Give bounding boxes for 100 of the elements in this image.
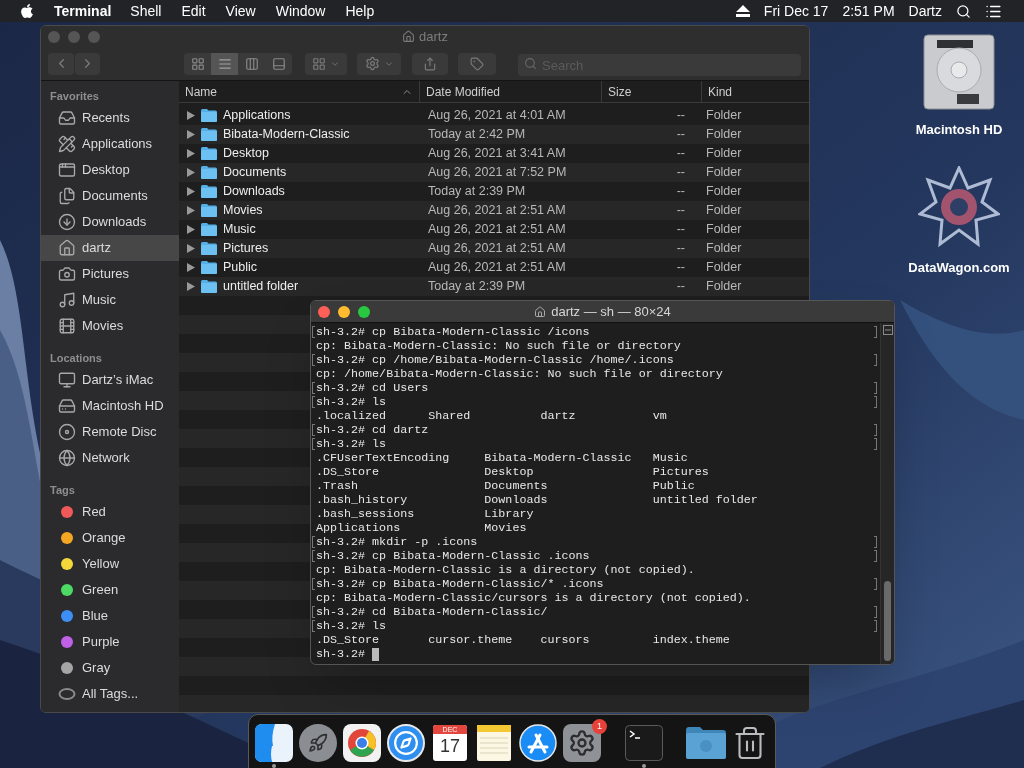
disclosure-triangle-icon[interactable] xyxy=(187,130,195,139)
disclosure-triangle-icon[interactable] xyxy=(187,282,195,291)
app-menu[interactable]: Terminal xyxy=(54,0,112,22)
sidebar-item[interactable]: Downloads xyxy=(41,209,179,235)
scrollbar[interactable] xyxy=(880,323,894,664)
scroll-thumb[interactable] xyxy=(884,581,891,661)
disclosure-triangle-icon[interactable] xyxy=(187,187,195,196)
compass-app-icon[interactable] xyxy=(387,724,425,762)
sidebar-item[interactable]: Red xyxy=(41,499,179,525)
split-square-icon[interactable] xyxy=(255,724,293,762)
sidebar-item[interactable]: All Tags... xyxy=(41,681,179,707)
menu-item[interactable]: View xyxy=(225,0,256,22)
sidebar-item[interactable]: Orange xyxy=(41,525,179,551)
sidebar-item[interactable]: Documents xyxy=(41,183,179,209)
eject-icon[interactable] xyxy=(735,5,750,17)
home-icon xyxy=(402,30,416,44)
group-button[interactable] xyxy=(305,52,347,75)
gear-app-icon[interactable] xyxy=(563,724,601,762)
menu-date[interactable]: Fri Dec 17 xyxy=(763,0,829,22)
compass-icon xyxy=(393,730,419,756)
home-icon xyxy=(58,239,76,257)
column-header[interactable]: Date Modified xyxy=(419,81,601,102)
terminal-line: sh-3.2# mkdir -p .icons xyxy=(316,535,478,549)
notification-badge: 1 xyxy=(592,719,607,734)
file-kind: Folder xyxy=(705,202,742,220)
app-store-icon[interactable] xyxy=(519,724,557,762)
close-button[interactable] xyxy=(318,305,330,318)
line-bracket xyxy=(874,620,877,632)
column-header[interactable]: Name xyxy=(179,81,419,102)
file-row[interactable]: Documents Aug 26, 2021 at 7:52 PM -- Folder xyxy=(179,163,809,182)
line-bracket xyxy=(874,424,877,436)
terminal-line: sh-3.2# cd Bibata-Modern-Classic/ xyxy=(316,605,548,619)
zoom-button[interactable] xyxy=(358,305,370,318)
terminal-line: sh-3.2# xyxy=(316,647,367,661)
apple-icon[interactable] xyxy=(19,3,35,19)
column-header[interactable]: Size xyxy=(601,81,701,102)
gear-icon xyxy=(568,729,596,757)
disclosure-triangle-icon[interactable] xyxy=(187,244,195,253)
folder-icon xyxy=(201,128,217,141)
disclosure-triangle-icon[interactable] xyxy=(187,168,195,177)
sidebar-item[interactable]: Recents xyxy=(41,105,179,131)
folder-icon xyxy=(201,109,217,122)
action-button[interactable] xyxy=(357,52,401,75)
column-header[interactable]: Kind xyxy=(701,81,809,102)
user-name[interactable]: Dartz xyxy=(908,0,942,22)
disclosure-triangle-icon[interactable] xyxy=(187,225,195,234)
sidebar-item[interactable]: Network xyxy=(41,445,179,471)
split-pane-icon[interactable] xyxy=(882,325,893,335)
view-mode-button[interactable] xyxy=(238,52,265,75)
disclosure-triangle-icon[interactable] xyxy=(187,206,195,215)
desktop-icon-label[interactable]: Macintosh HD xyxy=(915,120,1003,140)
disclosure-triangle-icon[interactable] xyxy=(187,111,195,120)
minimize-button[interactable] xyxy=(338,305,350,318)
sidebar-item[interactable]: Movies xyxy=(41,313,179,339)
view-mode-button[interactable] xyxy=(211,52,238,75)
terminal-icon[interactable] xyxy=(625,725,663,761)
menu-item[interactable]: Help xyxy=(345,0,375,22)
menu-item[interactable]: Window xyxy=(275,0,326,22)
file-row[interactable]: Pictures Aug 26, 2021 at 2:51 AM -- Folder xyxy=(179,239,809,258)
line-bracket xyxy=(874,606,877,618)
sidebar-item[interactable]: Blue xyxy=(41,603,179,629)
menu-item[interactable]: Shell xyxy=(130,0,162,22)
launchpad-icon[interactable] xyxy=(299,724,337,762)
sidebar-item[interactable]: Macintosh HD xyxy=(41,393,179,419)
sidebar-item[interactable]: Purple xyxy=(41,629,179,655)
share-button[interactable] xyxy=(412,52,448,75)
menu-item[interactable]: Edit xyxy=(181,0,206,22)
search-icon[interactable] xyxy=(956,3,971,19)
terminal-line: cp: Bibata-Modern-Classic is a directory (not copied). xyxy=(316,563,695,577)
folder-icon[interactable] xyxy=(686,727,726,759)
sidebar-item[interactable]: Desktop xyxy=(41,157,179,183)
sidebar-item[interactable]: Yellow xyxy=(41,551,179,577)
file-row[interactable]: Bibata-Modern-Classic Today at 2:42 PM -- Folder xyxy=(179,125,809,144)
columns-icon xyxy=(244,56,259,71)
sidebar-item[interactable]: Gray xyxy=(41,655,179,681)
tags-ring-icon xyxy=(58,688,76,700)
hard-drive-icon[interactable] xyxy=(923,34,995,110)
sidebar-item[interactable]: Remote Disc xyxy=(41,419,179,445)
sidebar-item[interactable]: Green xyxy=(41,577,179,603)
sidebar-item[interactable]: Pictures xyxy=(41,261,179,287)
star-pattern-icon[interactable] xyxy=(918,165,1000,248)
tag-button[interactable] xyxy=(458,52,496,75)
sidebar-item[interactable]: Applications xyxy=(41,131,179,157)
view-mode-button[interactable] xyxy=(265,52,292,75)
date-modified: Aug 26, 2021 at 4:01 AM xyxy=(427,107,567,125)
sidebar-item[interactable]: dartz xyxy=(41,235,179,261)
disclosure-triangle-icon[interactable] xyxy=(187,149,195,158)
file-row[interactable]: untitled folder Today at 2:39 PM -- Folder xyxy=(179,277,809,296)
menu-time[interactable]: 2:51 PM xyxy=(842,0,895,22)
file-size: -- xyxy=(676,107,685,125)
sidebar-item[interactable]: Dartz’s iMac xyxy=(41,367,179,393)
desktop-icon-label[interactable]: DataWagon.com xyxy=(908,257,1010,277)
file-kind: Folder xyxy=(705,107,742,125)
tag-icon xyxy=(470,56,484,71)
file-row[interactable]: Movies Aug 26, 2021 at 2:51 AM -- Folder xyxy=(179,201,809,220)
terminal-line: sh-3.2# cd Users xyxy=(316,381,429,395)
disclosure-triangle-icon[interactable] xyxy=(187,263,195,272)
view-mode-button[interactable] xyxy=(184,52,211,75)
sidebar-item[interactable]: Music xyxy=(41,287,179,313)
file-kind: Folder xyxy=(705,240,742,258)
